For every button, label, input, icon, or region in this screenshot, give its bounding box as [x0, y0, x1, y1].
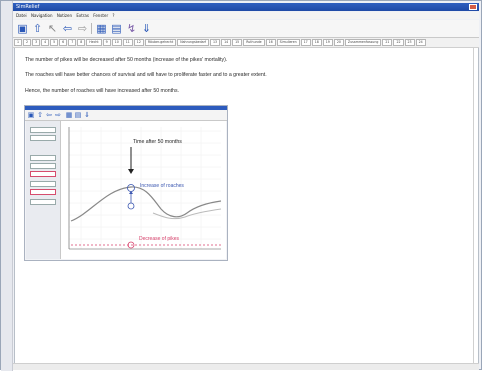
nav-chapter-button[interactable]: 17	[300, 38, 311, 46]
annotation-roach: Increase of roaches	[140, 183, 184, 189]
nav-chapter-button[interactable]: 5	[50, 38, 59, 46]
nav-chapter-button[interactable]: 6	[59, 38, 68, 46]
nav-chapter-button[interactable]: 24	[415, 38, 426, 46]
nav-chapter-button[interactable]: 3	[32, 38, 41, 46]
nav-chapter-button[interactable]: 20	[333, 38, 344, 46]
mini-field	[30, 163, 56, 169]
mini-field-highlighted	[30, 171, 56, 177]
window-title: SimRelief	[16, 4, 40, 10]
close-window-button[interactable]	[469, 4, 477, 10]
mini-field	[30, 181, 56, 187]
forward-icon[interactable]: ⇨	[76, 22, 89, 35]
screenshot-parameter-panel	[26, 121, 61, 259]
cursor-icon[interactable]: ↖	[46, 22, 59, 35]
menu-item-extras[interactable]: Extras	[76, 12, 89, 19]
mini-page-icon: ▤	[74, 111, 82, 119]
download-icon[interactable]: ⇓	[140, 22, 153, 35]
nav-chapter-button[interactable]: 8	[77, 38, 86, 46]
annotation-pike: Decrease of pikes	[139, 236, 180, 242]
content-pane: The number of pikes will be decreased af…	[14, 48, 479, 369]
mini-field-highlighted	[30, 189, 56, 195]
mini-download-icon: ⇓	[84, 111, 90, 119]
annotation-time: Time after 50 months	[133, 139, 182, 145]
text-line-2: The roaches will have better chances of …	[25, 72, 267, 78]
mini-field	[30, 199, 56, 205]
nav-chapter-button[interactable]: Hecht	[86, 38, 102, 46]
mini-back-icon: ⇦	[46, 111, 52, 119]
nav-chapter-button[interactable]: 21	[382, 38, 393, 46]
status-bar	[13, 363, 479, 370]
nav-chapter-button[interactable]: Nahrungsbedarf	[177, 38, 210, 46]
nav-chapter-button[interactable]: Zusammenfassung	[344, 38, 382, 46]
roach-marker-upper	[127, 184, 135, 192]
model-icon[interactable]: ↯	[125, 22, 138, 35]
nav-chapter-button[interactable]: 2	[23, 38, 32, 46]
roach-marker-lower	[127, 202, 135, 210]
main-toolbar: ▣ ⇧ ↖ ⇦ ⇨ ▦ ▤ ↯ ⇓	[13, 20, 479, 38]
time-arrow-head	[128, 169, 134, 174]
nav-chapter-button[interactable]: 1	[14, 38, 23, 46]
nav-chapter-button[interactable]: 13	[210, 38, 221, 46]
mini-book-icon: ▣	[27, 111, 35, 119]
nav-chapter-button[interactable]: Ruthunde	[243, 38, 265, 46]
simulation-plot: Time after 50 months Increase of roaches…	[61, 121, 226, 259]
plot-svg: Time after 50 months Increase of roaches…	[68, 127, 222, 250]
left-sidebar-strip	[1, 1, 13, 371]
simulation-screenshot: ▣ ⇧ ⇦ ⇨ ▦ ▤ ⇓ Time after 50 months Incre…	[24, 105, 228, 261]
menu-item-datei[interactable]: Datei	[16, 12, 27, 19]
nav-chapter-button[interactable]: 18	[311, 38, 322, 46]
text-line-3: Hence, the number of roaches will have i…	[25, 88, 179, 94]
nav-chapter-button[interactable]: 12	[133, 38, 144, 46]
nav-chapter-button[interactable]: 9	[102, 38, 111, 46]
menu-item-navigation[interactable]: Navigation	[31, 12, 53, 19]
nav-chapter-button[interactable]: Räuber-gehecht	[144, 38, 177, 46]
mini-forward-icon: ⇨	[55, 111, 61, 119]
back-icon[interactable]: ⇦	[61, 22, 74, 35]
pane-divider	[473, 48, 474, 369]
nav-chapter-button[interactable]: 14	[221, 38, 232, 46]
screenshot-toolbar: ▣ ⇧ ⇦ ⇨ ▦ ▤ ⇓	[25, 110, 227, 121]
up-arrow-icon[interactable]: ⇧	[31, 22, 44, 35]
nav-chapter-button[interactable]: 4	[41, 38, 50, 46]
application-window: SimRelief Datei Navigation Notizen Extra…	[0, 0, 482, 371]
nav-chapter-button[interactable]: 23	[404, 38, 415, 46]
nav-chapter-button[interactable]: 11	[122, 38, 133, 46]
nav-chapter-button[interactable]: 15	[232, 38, 243, 46]
grid-icon[interactable]: ▦	[95, 22, 108, 35]
nav-chapter-button[interactable]: 10	[111, 38, 122, 46]
nav-chapter-button[interactable]: 16	[265, 38, 276, 46]
roach-curve-before	[70, 186, 222, 222]
mini-field	[30, 127, 56, 133]
menu-item-fenster[interactable]: Fenster	[93, 12, 108, 19]
mini-field	[30, 135, 56, 141]
nav-chapter-button[interactable]: 22	[393, 38, 404, 46]
menu-bar: Datei Navigation Notizen Extras Fenster …	[13, 12, 479, 19]
nav-chapter-button[interactable]: 7	[68, 38, 77, 46]
page-icon[interactable]: ▤	[110, 22, 123, 35]
title-bar: SimRelief	[13, 3, 479, 11]
nav-chapter-button[interactable]: Simulieren	[276, 38, 300, 46]
nav-chapter-button[interactable]: 19	[322, 38, 333, 46]
mini-field	[30, 155, 56, 161]
mini-up-icon: ⇧	[37, 111, 43, 119]
menu-item-notizen[interactable]: Notizen	[57, 12, 72, 19]
menu-item-help[interactable]: ?	[112, 12, 114, 19]
chapter-navigation-bar: 1 2 3 4 5 6 7 8 Hecht 9 10 11 12 Räuber-gehecht Nahrun…	[13, 38, 479, 48]
toolbar-separator	[91, 23, 92, 34]
text-line-1: The number of pikes will be decreased af…	[25, 57, 228, 63]
mini-grid-icon: ▦	[65, 111, 73, 119]
book-icon[interactable]: ▣	[16, 22, 29, 35]
